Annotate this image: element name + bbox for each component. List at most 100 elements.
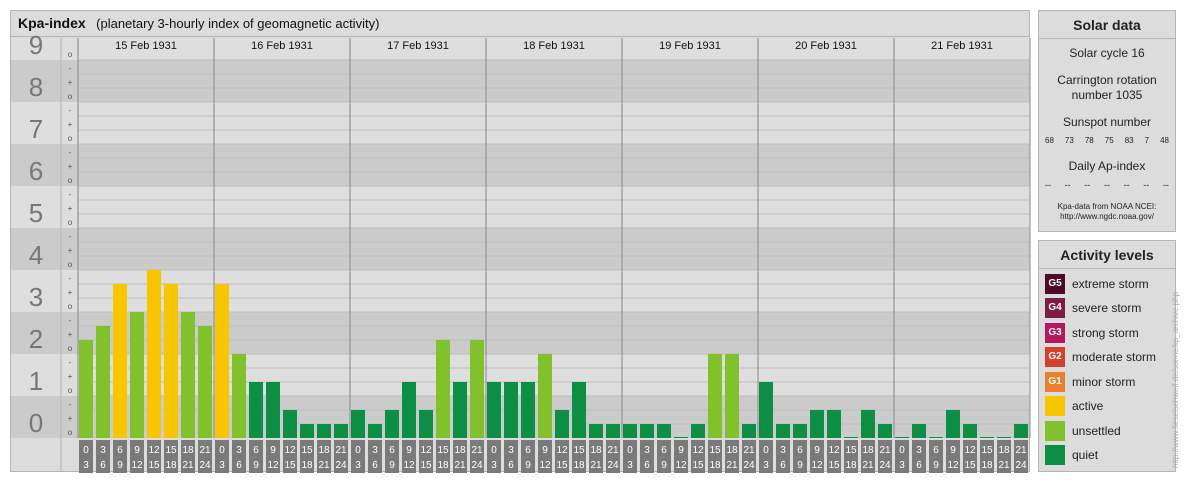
legend-item-active: active xyxy=(1045,396,1103,416)
interval-end-label: 21 xyxy=(590,460,602,471)
interval-end-label: 15 xyxy=(964,460,976,471)
legend-swatch-active xyxy=(1045,396,1065,416)
legend-item-g1: G1 minor storm xyxy=(1045,372,1135,392)
activity-levels-panel: Activity levels G5 extreme storm G4 seve… xyxy=(1038,240,1176,472)
kp-band xyxy=(11,144,1030,186)
interval-start-label: 12 xyxy=(964,445,976,456)
interval-start-label: 18 xyxy=(726,445,738,456)
sunspot-value: 68 xyxy=(1045,136,1054,145)
sunspot-value: 75 xyxy=(1104,136,1114,145)
interval-start-label: 12 xyxy=(284,445,296,456)
ap-value: -- xyxy=(1064,180,1071,190)
sunspot-values: 68 73 78 75 83 7 48 xyxy=(1039,134,1175,145)
y-tick-label: 5 xyxy=(29,198,43,228)
interval-end-label: 15 xyxy=(420,460,432,471)
interval-start-label: 21 xyxy=(879,445,891,456)
kp-bar xyxy=(776,424,790,438)
legend-label: extreme storm xyxy=(1072,277,1149,291)
day-label: 19 Feb 1931 xyxy=(659,40,721,52)
interval-start-label: 6 xyxy=(117,445,123,456)
interval-end-label: 12 xyxy=(539,460,551,471)
interval-end-label: 9 xyxy=(389,460,395,471)
solar-data-heading: Solar data xyxy=(1039,11,1175,39)
sub-tick-label: o xyxy=(68,428,73,437)
kp-bar xyxy=(572,382,586,438)
kp-bar xyxy=(453,382,467,438)
interval-start-label: 21 xyxy=(607,445,619,456)
interval-start-label: 12 xyxy=(828,445,840,456)
interval-start-label: 18 xyxy=(590,445,602,456)
sunspot-value: 48 xyxy=(1160,136,1169,145)
source-link[interactable]: http://www.ngdc.noaa.gov/ xyxy=(1039,212,1175,222)
kp-band xyxy=(11,102,1030,144)
interval-end-label: 9 xyxy=(797,460,803,471)
interval-end-label: 15 xyxy=(284,460,296,471)
legend-swatch-quiet xyxy=(1045,445,1065,465)
y-tick-label: 0 xyxy=(29,408,43,438)
interval-end-label: 24 xyxy=(607,460,619,471)
interval-start-label: 9 xyxy=(814,445,820,456)
kp-band xyxy=(11,270,1030,312)
kp-bar xyxy=(691,424,705,438)
interval-end-label: 18 xyxy=(165,460,177,471)
interval-start-label: 6 xyxy=(933,445,939,456)
interval-start-label: 15 xyxy=(437,445,449,456)
kp-bar xyxy=(538,354,552,438)
interval-start-label: 15 xyxy=(301,445,313,456)
kp-bar xyxy=(385,409,399,438)
kp-bar xyxy=(521,382,535,438)
interval-start-label: 0 xyxy=(763,445,769,456)
interval-start-label: 0 xyxy=(491,445,497,456)
interval-start-label: 6 xyxy=(253,445,259,456)
kp-bar xyxy=(181,312,195,438)
y-tick-label: 1 xyxy=(29,366,43,396)
day-label: 18 Feb 1931 xyxy=(523,40,585,52)
sub-tick-label: - xyxy=(69,358,72,367)
kp-bar xyxy=(300,424,314,438)
sub-tick-label: o xyxy=(68,218,73,227)
interval-end-label: 21 xyxy=(318,460,330,471)
interval-end-label: 3 xyxy=(899,460,905,471)
kp-bar xyxy=(606,424,620,438)
interval-end-label: 18 xyxy=(301,460,313,471)
interval-end-label: 18 xyxy=(981,460,993,471)
interval-start-label: 0 xyxy=(899,445,905,456)
sunspot-value: 73 xyxy=(1064,136,1074,145)
kp-bar xyxy=(113,283,127,438)
interval-end-label: 6 xyxy=(100,460,106,471)
sub-tick-label: - xyxy=(69,106,72,115)
interval-end-label: 9 xyxy=(525,460,531,471)
interval-end-label: 15 xyxy=(828,460,840,471)
interval-start-label: 0 xyxy=(219,445,225,456)
day-label: 20 Feb 1931 xyxy=(795,40,857,52)
interval-end-label: 3 xyxy=(83,460,89,471)
kp-bar xyxy=(623,424,637,438)
solar-cycle: Solar cycle 16 xyxy=(1069,46,1145,60)
legend-swatch-g4: G4 xyxy=(1045,298,1065,318)
interval-end-label: 12 xyxy=(131,460,143,471)
interval-end-label: 12 xyxy=(403,460,415,471)
ap-value: -- xyxy=(1123,180,1130,190)
kp-band xyxy=(11,60,1030,102)
kp-bar xyxy=(317,424,331,438)
kp-band xyxy=(11,186,1030,228)
sub-tick-label: + xyxy=(68,162,73,171)
y-tick-label: 8 xyxy=(29,72,43,102)
kp-band xyxy=(11,312,1030,354)
interval-end-label: 15 xyxy=(148,460,160,471)
interval-end-label: 9 xyxy=(933,460,939,471)
kp-bar xyxy=(827,409,841,438)
interval-end-label: 12 xyxy=(947,460,959,471)
sub-tick-label: o xyxy=(68,50,73,59)
interval-end-label: 24 xyxy=(471,460,483,471)
interval-end-label: 24 xyxy=(743,460,755,471)
interval-end-label: 24 xyxy=(335,460,347,471)
ap-value: -- xyxy=(1084,180,1091,190)
kp-bar xyxy=(147,270,161,438)
y-tick-label: 4 xyxy=(29,240,43,270)
interval-end-label: 9 xyxy=(117,460,123,471)
kp-bar xyxy=(640,424,654,438)
interval-end-label: 21 xyxy=(726,460,738,471)
kp-bar xyxy=(963,424,977,438)
sub-tick-label: + xyxy=(68,288,73,297)
